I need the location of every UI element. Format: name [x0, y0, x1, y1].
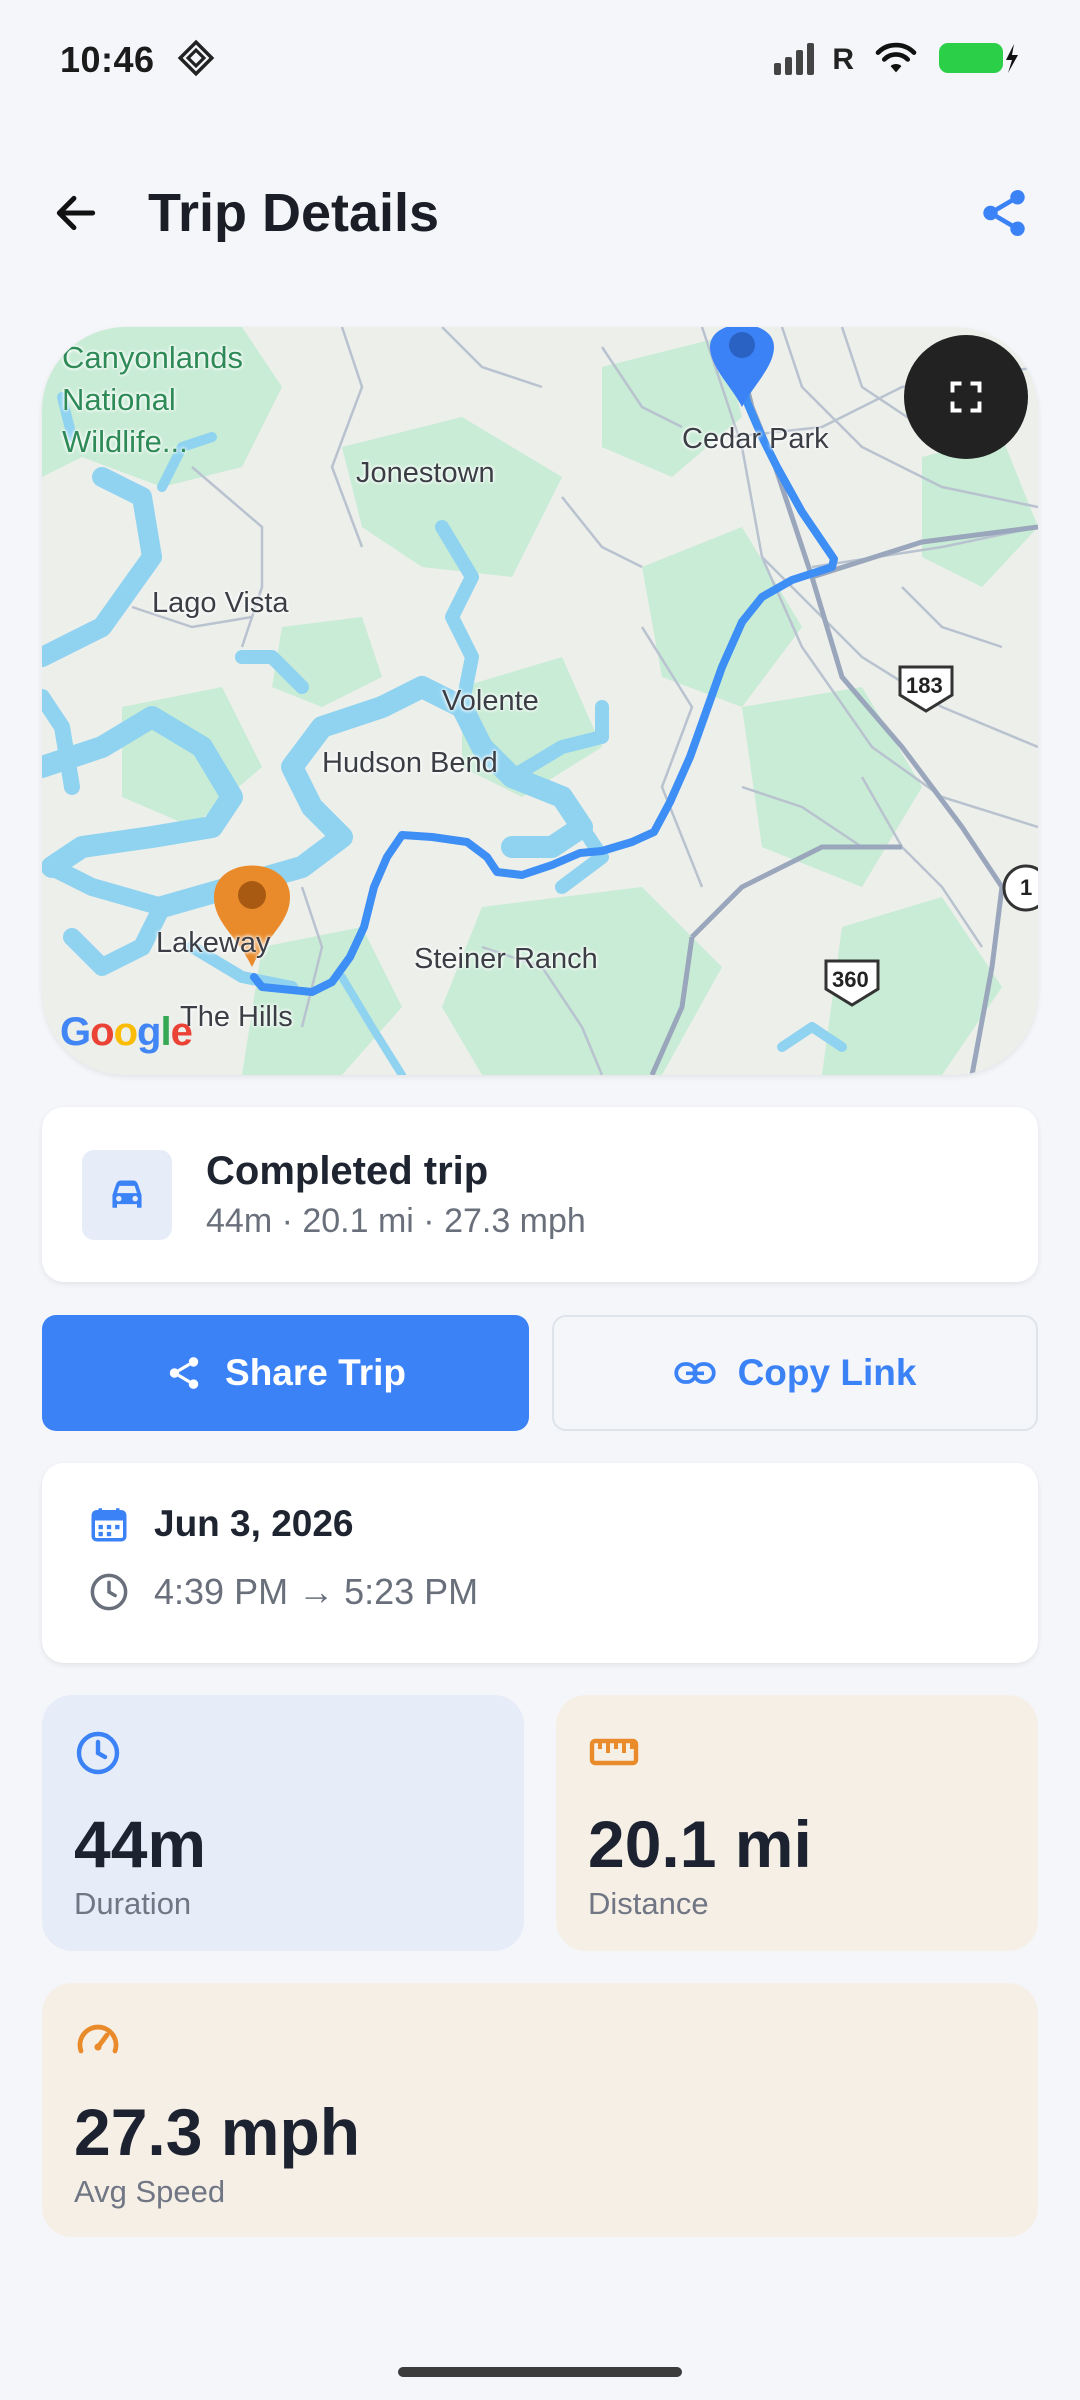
google-logo: Google: [60, 1010, 193, 1054]
share-icon: [983, 189, 1025, 236]
trip-map[interactable]: Canyonlands National Wildlife... Jonesto…: [42, 327, 1038, 1075]
back-button[interactable]: [44, 181, 108, 245]
map-label-the-hills: The Hills: [180, 1001, 293, 1033]
speed-value: 27.3 mph: [74, 2095, 361, 2169]
distance-label: Distance: [588, 1886, 709, 1921]
fullscreen-button[interactable]: [904, 335, 1028, 459]
distance-stat-card: 20.1 mi Distance: [556, 1695, 1038, 1951]
app-header: Trip Details: [0, 150, 1080, 275]
ruler-icon: [589, 1738, 639, 1766]
arrow-left-icon: [56, 195, 96, 230]
car-icon: [112, 1179, 142, 1208]
trip-date-card: Jun 3, 2026 4:39 PM → 5:23 PM: [42, 1463, 1038, 1663]
map-label-hwy-360: 360: [832, 967, 869, 992]
map-label-steiner-ranch: Steiner Ranch: [414, 943, 598, 975]
distance-value: 20.1 mi: [588, 1807, 812, 1881]
speed-stat-card: 27.3 mph Avg Speed: [42, 1983, 1038, 2237]
trip-status-title: Completed trip: [206, 1148, 489, 1193]
trip-date: Jun 3, 2026: [154, 1503, 354, 1544]
trip-time-range: 4:39 PM → 5:23 PM: [154, 1571, 479, 1612]
home-indicator[interactable]: [398, 2367, 682, 2377]
wifi-icon: [874, 40, 918, 81]
map-label-jonestown: Jonestown: [356, 457, 495, 489]
copy-link-label: Copy Link: [737, 1352, 917, 1393]
link-icon: [673, 1362, 716, 1384]
trip-summary-text: 44m · 20.1 mi · 27.3 mph: [206, 1201, 586, 1240]
map-label-hwy-1: 1: [1020, 875, 1033, 900]
trip-summary-card: Completed trip 44m · 20.1 mi · 27.3 mph: [42, 1107, 1038, 1282]
map-label-cedar-park: Cedar Park: [682, 423, 829, 455]
speedometer-icon: [77, 2024, 119, 2054]
map-label-lakeway: Lakeway: [156, 927, 271, 959]
calendar-icon: [91, 1508, 127, 1542]
fullscreen-icon: [950, 381, 982, 413]
status-bar: 10:46 R: [0, 0, 1080, 120]
map-label-hudson-bend: Hudson Bend: [322, 747, 498, 779]
status-time: 10:46: [60, 39, 155, 80]
vpn-diamond-icon: [177, 39, 215, 82]
battery-charging-icon: [938, 40, 1020, 81]
map-label-lago-vista: Lago Vista: [152, 587, 289, 619]
page-title: Trip Details: [148, 182, 440, 243]
duration-value: 44m: [74, 1807, 207, 1881]
copy-link-button[interactable]: Copy Link: [552, 1315, 1038, 1431]
clock-icon: [76, 1731, 120, 1775]
signal-icon: [774, 41, 820, 80]
duration-stat-card: 44m Duration: [42, 1695, 524, 1951]
share-trip-button[interactable]: Share Trip: [42, 1315, 529, 1431]
header-share-button[interactable]: [972, 181, 1036, 245]
car-tile: [82, 1149, 172, 1240]
map-label-park: Canyonlands National Wildlife...: [62, 340, 243, 459]
clock-icon: [90, 1573, 128, 1611]
map-label-hwy-183: 183: [906, 673, 943, 698]
signal-roaming-label: R: [832, 43, 854, 76]
share-icon: [169, 1357, 199, 1389]
speed-label: Avg Speed: [74, 2174, 226, 2209]
share-trip-label: Share Trip: [225, 1352, 406, 1393]
duration-label: Duration: [74, 1886, 192, 1921]
map-label-volente: Volente: [442, 685, 539, 717]
